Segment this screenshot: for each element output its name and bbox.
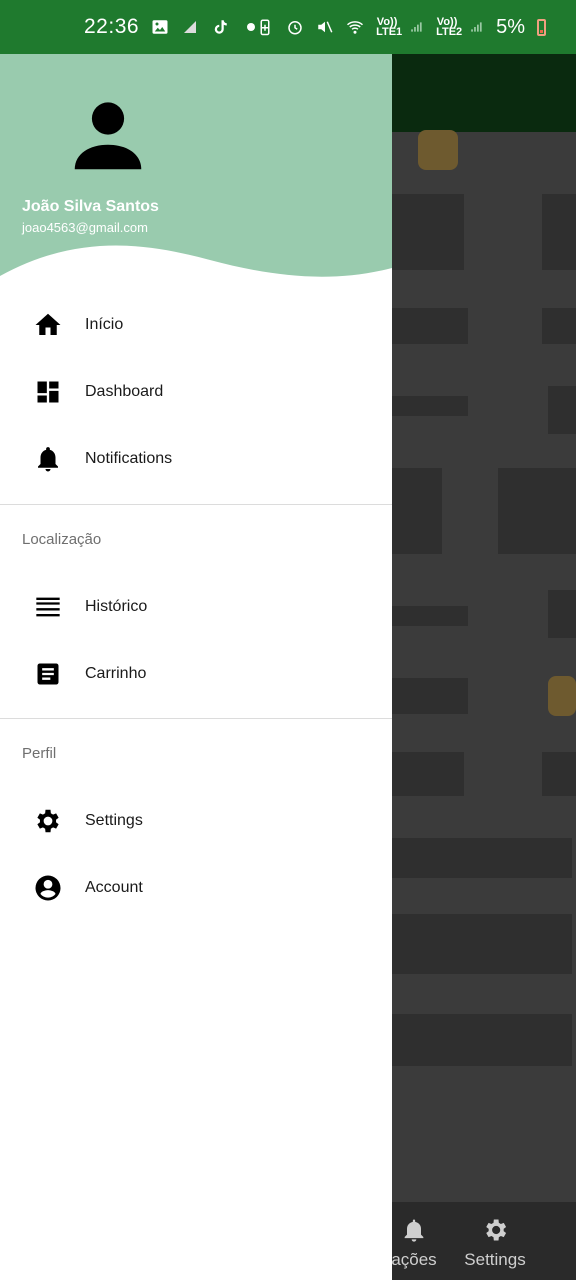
divider	[0, 504, 392, 505]
status-bar: 22:36 Vo)) LTE1 Vo)) LTE2 5%	[0, 0, 576, 54]
signal-icon	[184, 21, 197, 33]
status-left: 22:36	[84, 15, 256, 39]
bottom-nav-label: ações	[391, 1250, 437, 1269]
background-card	[392, 396, 468, 416]
worker-avatar-icon	[418, 130, 458, 170]
menu-item-label: Carrinho	[85, 665, 147, 682]
menu-item-historico[interactable]: Histórico	[0, 577, 392, 637]
home-icon	[33, 310, 63, 340]
battery-saver-icon	[260, 19, 270, 36]
menu-item-label: Histórico	[85, 598, 148, 615]
menu-item-inicio[interactable]: Início	[0, 295, 392, 355]
bell-icon	[33, 444, 63, 474]
menu-item-label: Notifications	[85, 450, 173, 467]
background-card	[392, 194, 464, 270]
bottom-nav-label: Settings	[464, 1250, 526, 1269]
menu-item-dashboard[interactable]: Dashboard	[0, 362, 392, 422]
article-icon	[33, 659, 63, 689]
account-circle-icon	[33, 873, 63, 903]
dot-icon	[247, 23, 256, 31]
bottom-nav-notifications[interactable]: ações	[384, 1216, 444, 1270]
background-card	[392, 678, 468, 714]
signal-bars-1-icon	[411, 22, 422, 32]
worker-avatar-icon	[548, 676, 576, 716]
menu-item-account[interactable]: Account	[0, 858, 392, 918]
signal-bars-2-icon	[471, 22, 482, 32]
user-email: joao4563@gmail.com	[22, 220, 148, 235]
user-name: João Silva Santos	[22, 198, 159, 215]
menu-item-label: Account	[85, 879, 143, 896]
sim1-icon: Vo)) LTE1	[376, 16, 403, 38]
menu-item-carrinho[interactable]: Carrinho	[0, 644, 392, 704]
gear-icon	[33, 806, 63, 836]
tiktok-icon	[214, 20, 227, 34]
gear-icon	[486, 1219, 507, 1241]
menu-item-settings[interactable]: Settings	[0, 791, 392, 851]
status-time: 22:36	[84, 15, 140, 38]
menu-item-notifications[interactable]: Notifications	[0, 429, 392, 489]
menu-item-label: Início	[85, 316, 124, 333]
battery-icon	[537, 18, 546, 36]
background-card	[392, 914, 572, 974]
battery-percent: 5%	[496, 15, 525, 38]
bottom-nav-settings[interactable]: Settings	[460, 1216, 530, 1270]
bell-icon	[404, 1219, 424, 1242]
background-card	[392, 752, 464, 796]
background-card	[498, 468, 576, 554]
background-card	[392, 308, 468, 344]
background-card	[392, 838, 572, 878]
dashboard-icon	[33, 377, 63, 407]
drawer-header: João Silva Santos joao4563@gmail.com	[0, 54, 392, 280]
navigation-drawer: João Silva Santos joao4563@gmail.com Iní…	[0, 54, 392, 1280]
wifi-icon	[347, 21, 364, 34]
section-title-perfil: Perfil	[22, 745, 57, 762]
person-icon[interactable]	[66, 94, 150, 178]
background-card	[542, 194, 576, 270]
list-icon	[33, 592, 63, 622]
background-card	[392, 468, 442, 554]
status-right: Vo)) LTE1 Vo)) LTE2 5%	[256, 16, 546, 39]
sim2-icon: Vo)) LTE2	[436, 16, 463, 38]
menu-item-label: Settings	[85, 812, 143, 829]
background-card	[392, 606, 468, 626]
header-wave-background	[0, 54, 392, 277]
alarm-icon	[288, 21, 302, 35]
mute-icon	[318, 21, 333, 33]
background-card	[392, 1014, 572, 1066]
section-title-localizacao: Localização	[22, 531, 102, 548]
gallery-icon	[152, 20, 168, 34]
background-card	[548, 386, 576, 434]
menu-item-label: Dashboard	[85, 383, 164, 400]
divider	[0, 718, 392, 719]
background-card	[542, 752, 576, 796]
background-card	[548, 590, 576, 638]
background-card	[542, 308, 576, 344]
